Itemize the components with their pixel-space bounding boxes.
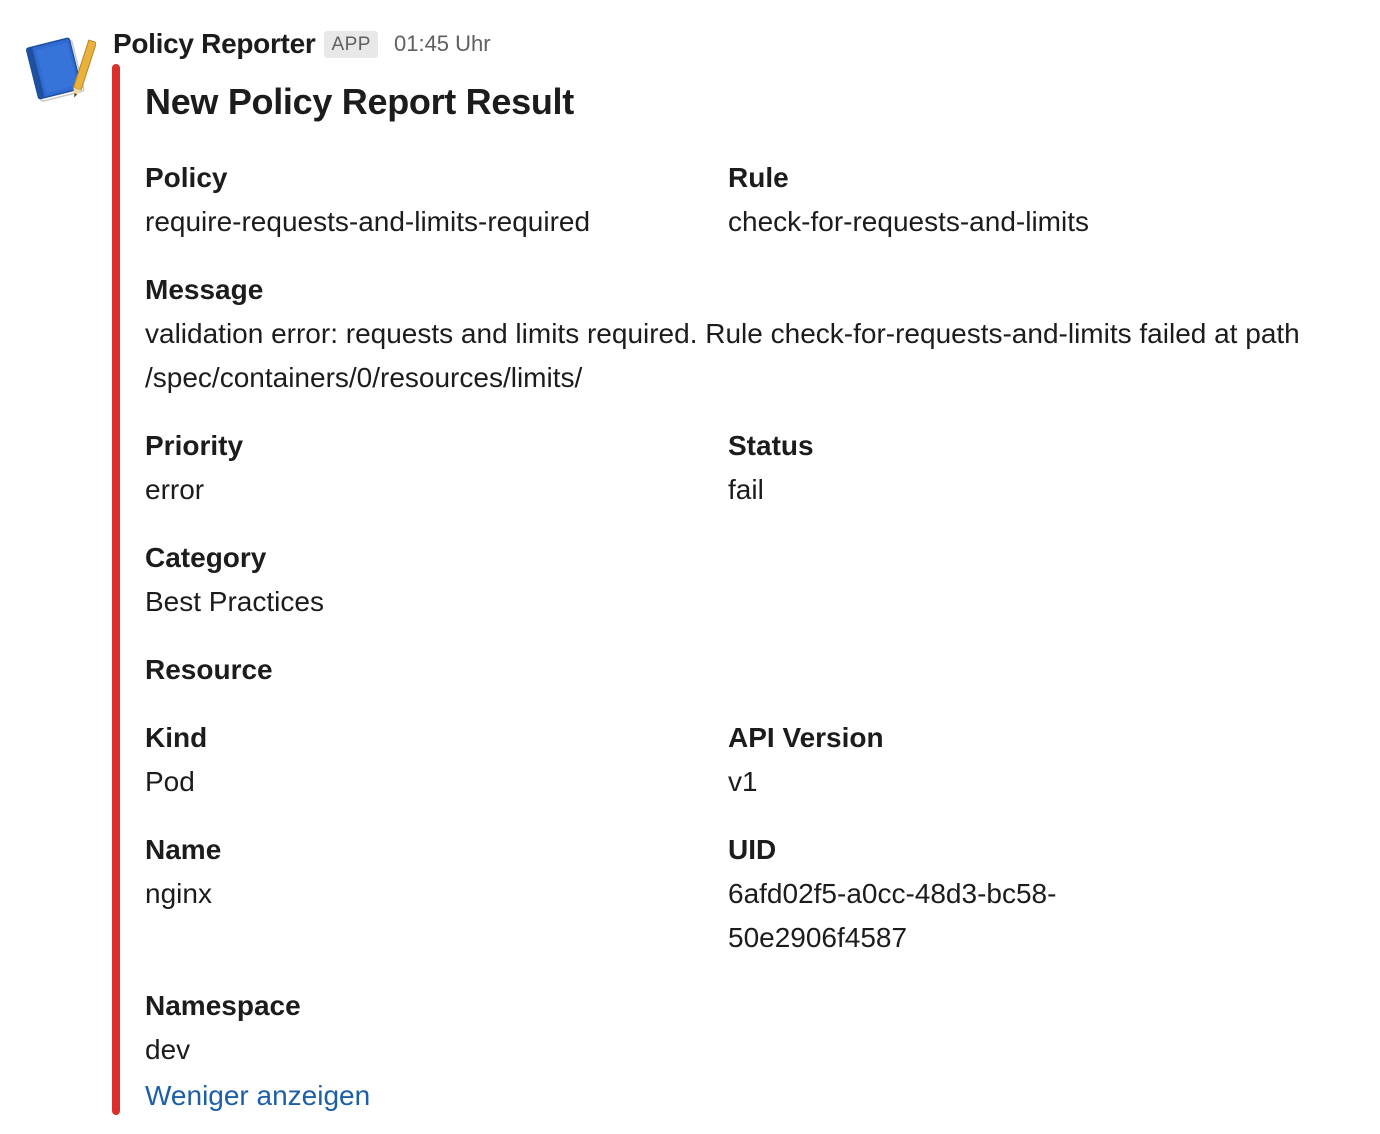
priority-value: error bbox=[145, 474, 205, 505]
policy-value: require-requests-and-limits-required bbox=[145, 206, 591, 237]
kind-value: Pod bbox=[145, 766, 195, 797]
namespace-field: Namespace dev bbox=[145, 984, 705, 1072]
kind-label: Kind bbox=[145, 722, 208, 753]
category-label: Category bbox=[145, 542, 267, 573]
rule-field: Rule check-for-requests-and-limits bbox=[728, 156, 1288, 244]
policy-label: Policy bbox=[145, 162, 228, 193]
message-header: Policy Reporter APP 01:45 Uhr bbox=[113, 24, 491, 64]
slack-message: Policy Reporter APP 01:45 Uhr New Policy… bbox=[0, 0, 1380, 1134]
priority-label: Priority bbox=[145, 430, 244, 461]
category-row: Category Best Practices bbox=[145, 536, 1345, 648]
name-uid-row: Name nginx UID 6afd02f5-a0cc-48d3-bc58-5… bbox=[145, 828, 1345, 984]
namespace-value: dev bbox=[145, 1034, 191, 1065]
kind-apiversion-row: Kind Pod API Version v1 bbox=[145, 716, 1345, 828]
priority-field: Priority error bbox=[145, 424, 705, 512]
name-field: Name nginx bbox=[145, 828, 705, 916]
uid-field: UID 6afd02f5-a0cc-48d3-bc58-50e2906f4587 bbox=[728, 828, 1108, 960]
message-label: Message bbox=[145, 274, 264, 305]
show-less-row: Weniger anzeigen bbox=[145, 1076, 1345, 1116]
rule-label: Rule bbox=[728, 162, 789, 193]
attachment: New Policy Report Result Policy require-… bbox=[145, 76, 1345, 1116]
policy-rule-row: Policy require-requests-and-limits-requi… bbox=[145, 156, 1345, 268]
uid-label: UID bbox=[728, 834, 777, 865]
name-value: nginx bbox=[145, 878, 212, 909]
category-field: Category Best Practices bbox=[145, 536, 705, 624]
api-version-label: API Version bbox=[728, 722, 884, 753]
sender-name[interactable]: Policy Reporter bbox=[113, 28, 316, 60]
status-value: fail bbox=[728, 474, 764, 505]
message-row: Message validation error: requests and l… bbox=[145, 268, 1345, 424]
api-version-field: API Version v1 bbox=[728, 716, 1288, 804]
category-value: Best Practices bbox=[145, 586, 324, 617]
status-label: Status bbox=[728, 430, 814, 461]
api-version-value: v1 bbox=[728, 766, 758, 797]
resource-heading-field: Resource bbox=[145, 648, 705, 692]
message-field: Message validation error: requests and l… bbox=[145, 268, 1335, 400]
resource-row: Resource bbox=[145, 648, 1345, 716]
app-badge: APP bbox=[324, 30, 378, 58]
show-less-link[interactable]: Weniger anzeigen bbox=[145, 1076, 370, 1116]
resource-heading: Resource bbox=[145, 654, 273, 685]
attachment-color-bar bbox=[112, 64, 120, 1115]
notebook-pencil-icon[interactable] bbox=[24, 32, 98, 104]
message-value: validation error: requests and limits re… bbox=[145, 318, 1300, 393]
kind-field: Kind Pod bbox=[145, 716, 705, 804]
timestamp[interactable]: 01:45 Uhr bbox=[394, 31, 491, 57]
priority-status-row: Priority error Status fail bbox=[145, 424, 1345, 536]
policy-field: Policy require-requests-and-limits-requi… bbox=[145, 156, 705, 244]
namespace-label: Namespace bbox=[145, 990, 301, 1021]
namespace-row: Namespace dev bbox=[145, 984, 1345, 1076]
attachment-title: New Policy Report Result bbox=[145, 81, 574, 122]
rule-value: check-for-requests-and-limits bbox=[728, 206, 1089, 237]
uid-value: 6afd02f5-a0cc-48d3-bc58-50e2906f4587 bbox=[728, 878, 1057, 953]
name-label: Name bbox=[145, 834, 222, 865]
status-field: Status fail bbox=[728, 424, 1288, 512]
